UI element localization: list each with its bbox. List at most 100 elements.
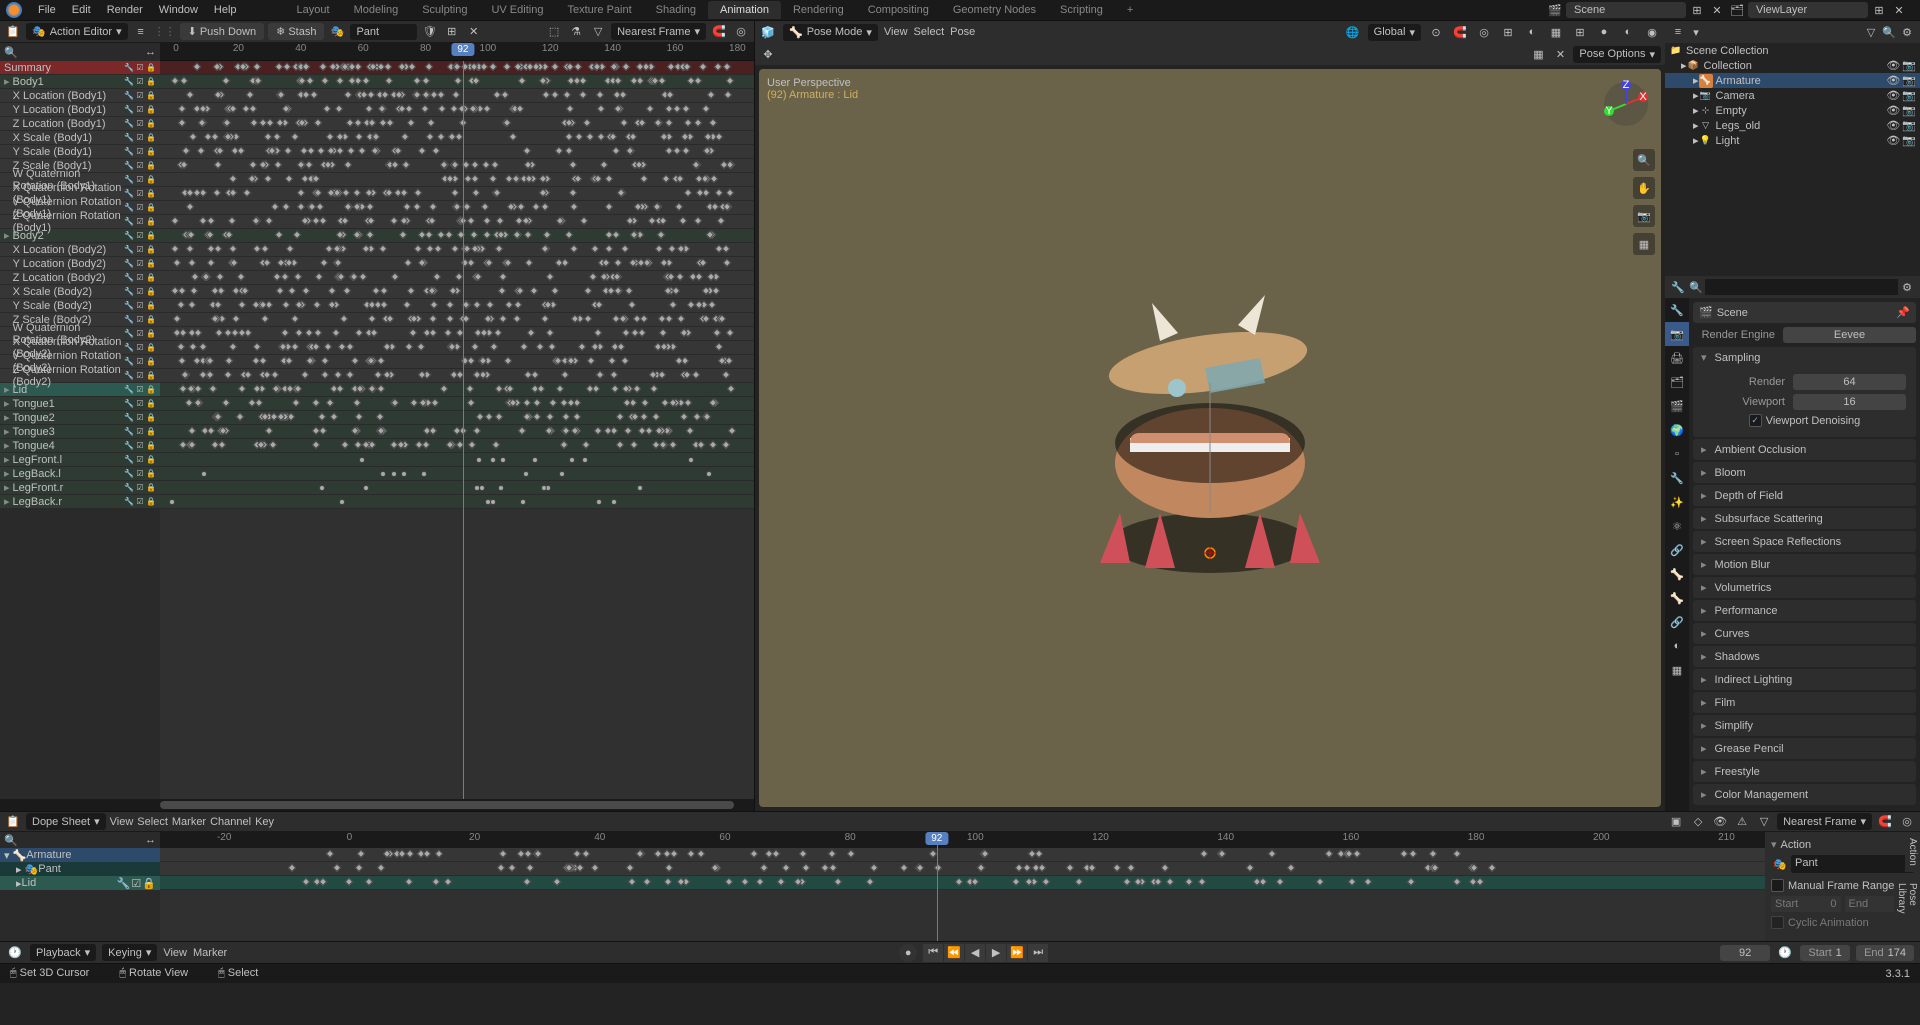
dopesheet-mode-dropdown[interactable]: Dope Sheet ▾ — [26, 813, 106, 830]
channel-search[interactable]: 🔍 ↔ — [0, 43, 160, 61]
action-name-field[interactable]: Pant — [350, 24, 416, 40]
channel-row[interactable]: Summary🔧☑🔒 — [0, 61, 160, 75]
sampling-header[interactable]: Sampling — [1693, 347, 1916, 368]
stash-button[interactable]: ❄ Stash — [268, 23, 324, 40]
ds-menu-view[interactable]: View — [110, 816, 134, 828]
proportional-icon[interactable]: ◎ — [1898, 813, 1916, 831]
preview-range-icon[interactable]: 🕐 — [1776, 944, 1794, 962]
errors-icon[interactable]: ⚠ — [1733, 813, 1751, 831]
keyframe-row[interactable] — [160, 145, 754, 159]
editor-type-icon[interactable]: ≡ — [1669, 23, 1687, 41]
viewlayer-delete-icon[interactable]: ✕ — [1890, 1, 1908, 19]
zoom-icon[interactable]: 🔍 — [1633, 149, 1655, 171]
search-icon[interactable]: 🔍 — [1687, 278, 1705, 296]
keyframe-row[interactable] — [160, 89, 754, 103]
select-box-icon[interactable]: ⬚ — [545, 23, 563, 41]
prop-section[interactable]: Performance — [1693, 600, 1916, 621]
proportional-icon[interactable]: ◎ — [1475, 23, 1493, 41]
keyframe-row[interactable] — [160, 299, 754, 313]
pin-icon[interactable]: 📌 — [1896, 306, 1910, 319]
expand-icon[interactable]: ↔ — [145, 46, 156, 58]
keyframe-row[interactable] — [160, 397, 754, 411]
ds-snap-dropdown[interactable]: Nearest Frame ▾ — [1777, 813, 1872, 830]
filter-icon[interactable]: ▽ — [1862, 23, 1880, 41]
keyframe-area[interactable] — [160, 61, 754, 799]
play-reverse-button[interactable]: ◀ — [965, 944, 985, 962]
options-icon[interactable]: ⚙ — [1898, 278, 1916, 296]
keyframe-row[interactable] — [160, 243, 754, 257]
action-new-icon[interactable]: ⊞ — [443, 23, 461, 41]
keyframe-row[interactable] — [160, 467, 754, 481]
workspace-animation[interactable]: Animation — [708, 1, 781, 19]
filter-triangle-icon[interactable]: ▽ — [589, 23, 607, 41]
keyframe-row[interactable] — [160, 411, 754, 425]
tree-item[interactable]: ▸ ⊹Empty👁📷 — [1665, 103, 1920, 118]
manual-range-checkbox[interactable] — [1771, 879, 1784, 892]
ds-menu-channel[interactable]: Channel — [210, 816, 251, 828]
properties-search[interactable] — [1705, 279, 1898, 295]
push-down-button[interactable]: ⬇ Push Down — [180, 23, 264, 40]
prop-section[interactable]: Curves — [1693, 623, 1916, 644]
workspace-rendering[interactable]: Rendering — [781, 1, 856, 19]
proportional-icon[interactable]: ◎ — [732, 23, 750, 41]
gizmo-visibility-icon[interactable]: ⊞ — [1499, 23, 1517, 41]
vp-menu-view[interactable]: View — [884, 26, 908, 38]
tab-bone-constraint[interactable]: 🔗 — [1665, 610, 1689, 634]
prop-section[interactable]: Simplify — [1693, 715, 1916, 736]
sidetab-poselibrary[interactable]: Pose Library — [1894, 877, 1920, 941]
channel-row[interactable]: Y Location (Body1)🔧☑🔒 — [0, 103, 160, 117]
tab-constraints[interactable]: 🔗 — [1665, 538, 1689, 562]
ds-search[interactable]: 🔍 ↔ — [0, 832, 160, 848]
workspace-sculpting[interactable]: Sculpting — [410, 1, 479, 19]
keyframe-row[interactable] — [160, 285, 754, 299]
workspace-scripting[interactable]: Scripting — [1048, 1, 1115, 19]
keyframe-row[interactable] — [160, 201, 754, 215]
autokey-icon[interactable]: ● — [899, 944, 917, 962]
frame-start-field[interactable]: Start1 — [1800, 945, 1850, 961]
playback-menu[interactable]: Playback ▾ — [30, 944, 96, 961]
prop-section[interactable]: Color Management — [1693, 784, 1916, 805]
tab-particles[interactable]: ✨ — [1665, 490, 1689, 514]
search-icon[interactable]: 🔍 — [1880, 23, 1898, 41]
menu-edit[interactable]: Edit — [64, 4, 99, 16]
channel-row[interactable]: ▸Tongue4🔧☑🔒 — [0, 439, 160, 453]
channel-row[interactable]: ▸LegBack.r🔧☑🔒 — [0, 495, 160, 509]
tab-material[interactable]: ◐ — [1665, 634, 1689, 658]
editor-type-icon[interactable]: 📋 — [4, 23, 22, 41]
outliner-mode-icon[interactable]: ▾ — [1687, 23, 1705, 41]
menu-toggle-icon[interactable]: ≡ — [132, 23, 150, 41]
prop-section[interactable]: Shadows — [1693, 646, 1916, 667]
channel-row[interactable]: Z Quaternion Rotation (Body2)🔧☑🔒 — [0, 369, 160, 383]
action-timeline-ruler[interactable]: 0 20 40 60 80 100 120 140 160 180 92 — [160, 43, 754, 61]
prop-section[interactable]: Freestyle — [1693, 761, 1916, 782]
menu-render[interactable]: Render — [99, 4, 151, 16]
prop-section[interactable]: Bloom — [1693, 462, 1916, 483]
keyframe-row[interactable] — [160, 271, 754, 285]
channel-row[interactable]: ▸Tongue1🔧☑🔒 — [0, 397, 160, 411]
channel-row[interactable]: ▸LegBack.l🔧☑🔒 — [0, 467, 160, 481]
prop-section[interactable]: Volumetrics — [1693, 577, 1916, 598]
channel-row[interactable]: Y Scale (Body1)🔧☑🔒 — [0, 145, 160, 159]
shading-wireframe-icon[interactable]: ⊞ — [1571, 23, 1589, 41]
action-browse-icon[interactable]: 🎭 — [1771, 855, 1789, 873]
editor-type-icon[interactable]: 🕐 — [6, 944, 24, 962]
keyframe-row[interactable] — [160, 173, 754, 187]
current-frame-field[interactable]: 92 — [1720, 945, 1770, 961]
tree-item[interactable]: ▸ 🦴Armature👁📷 — [1665, 73, 1920, 88]
keyframe-row[interactable] — [160, 383, 754, 397]
action-browse-icon[interactable]: 🎭 — [328, 23, 346, 41]
summary-icon[interactable]: ▣ — [1667, 813, 1685, 831]
tool-cursor-icon[interactable]: ✥ — [759, 45, 777, 63]
channel-row[interactable]: ▸Tongue2🔧☑🔒 — [0, 411, 160, 425]
tab-viewlayer[interactable]: 🗂 — [1665, 370, 1689, 394]
keyframe-row[interactable] — [160, 495, 754, 509]
perspective-icon[interactable]: ▦ — [1633, 233, 1655, 255]
tab-physics[interactable]: ⚛ — [1665, 514, 1689, 538]
pose-options-dropdown[interactable]: Pose Options ▾ — [1573, 46, 1661, 63]
tree-item[interactable]: ▸ 📷Camera👁📷 — [1665, 88, 1920, 103]
prop-section[interactable]: Grease Pencil — [1693, 738, 1916, 759]
tab-object[interactable]: ▫ — [1665, 442, 1689, 466]
tree-item[interactable]: ▸ ▽Legs_old👁📷 — [1665, 118, 1920, 133]
prev-keyframe-button[interactable]: ⏪ — [944, 944, 964, 962]
workspace-shading[interactable]: Shading — [644, 1, 708, 19]
